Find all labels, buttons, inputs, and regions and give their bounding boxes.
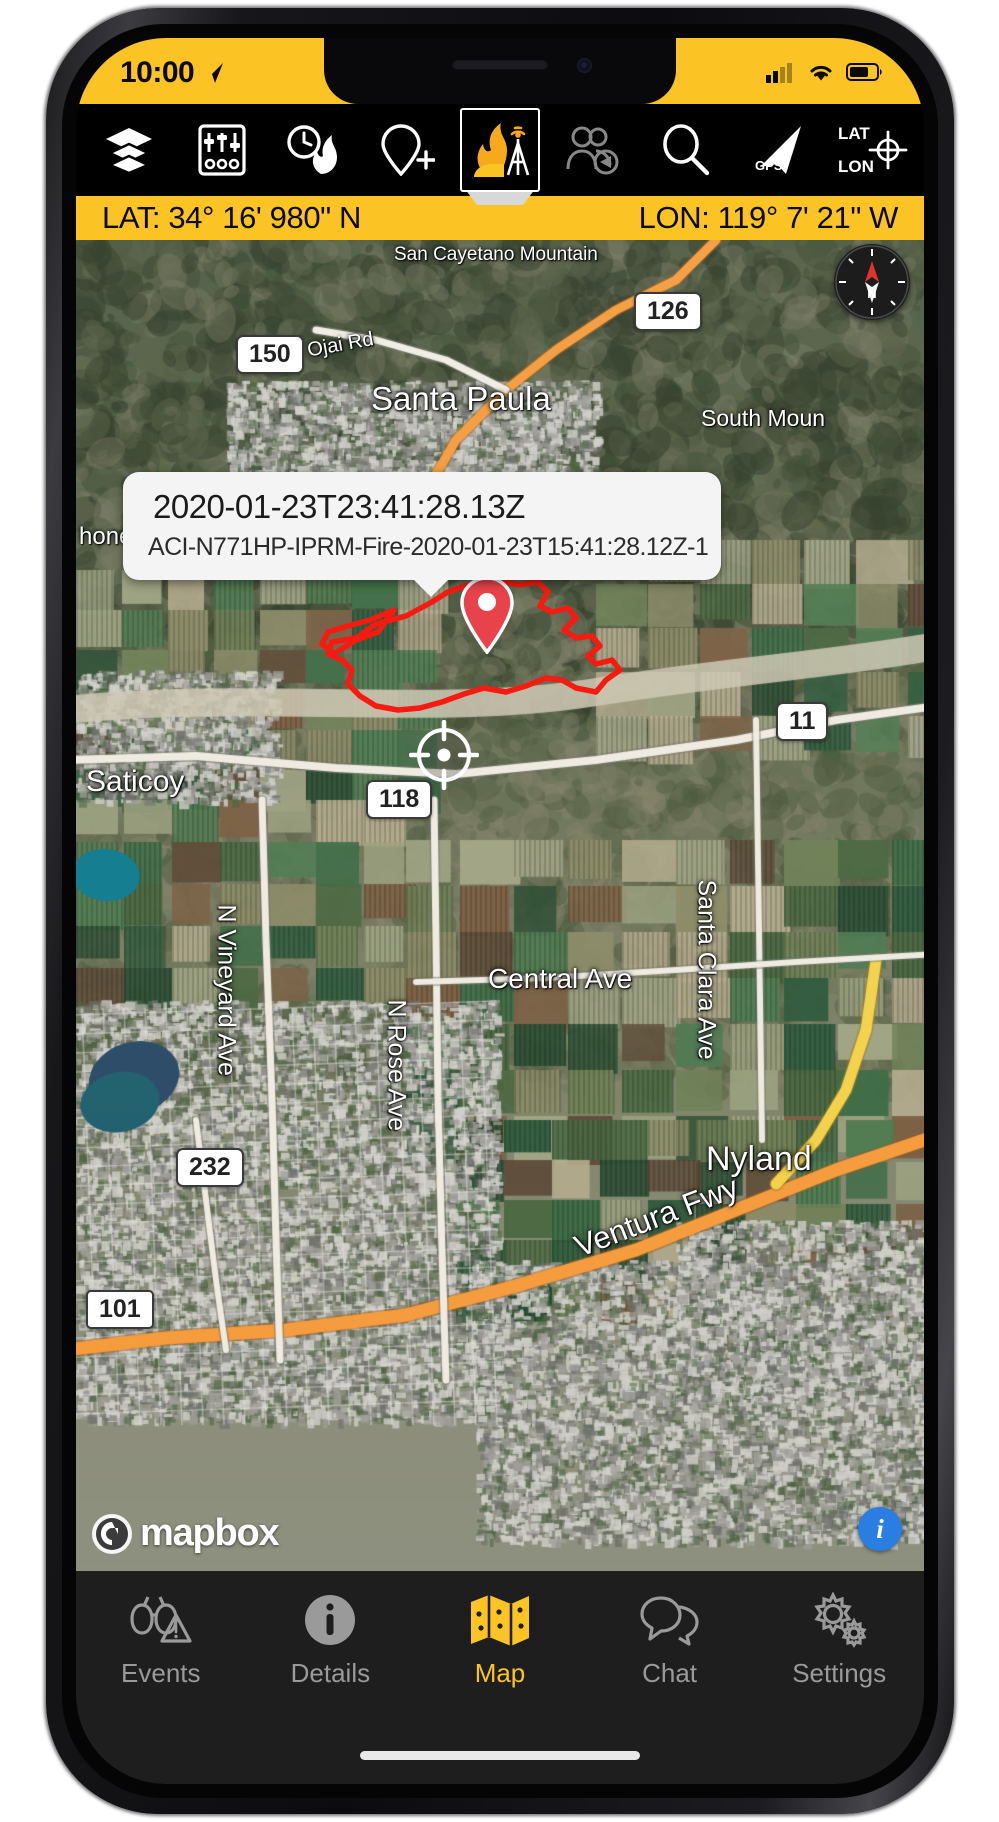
contacts-button[interactable] — [555, 113, 633, 187]
compass-north-label: N — [867, 286, 876, 301]
battery-icon — [846, 63, 882, 81]
tab-map[interactable]: Map — [415, 1589, 585, 1689]
longitude-readout: LON: 119° 7' 21" W — [638, 200, 899, 235]
phone-screen: San Cayetano Mountain Santa Paula N Ojai R… — [76, 38, 924, 1784]
tab-events-label: Events — [121, 1658, 201, 1688]
tab-settings[interactable]: Settings — [754, 1589, 924, 1689]
flame-antenna-icon — [474, 123, 530, 177]
highway-shield: 11 — [776, 702, 829, 741]
binoculars-warning-icon — [128, 1589, 194, 1651]
map-toolbar: GPS LAT LON — [76, 104, 924, 196]
highway-shield: 101 — [86, 1290, 154, 1329]
svg-text:GPS: GPS — [755, 158, 783, 173]
tab-chat[interactable]: Chat — [585, 1589, 755, 1689]
fire-detection-button[interactable] — [460, 108, 540, 192]
cellular-bars-icon — [766, 63, 792, 83]
home-indicator[interactable] — [360, 1751, 640, 1760]
gears-icon — [808, 1589, 870, 1651]
callout-subtitle: ACI-N771HP-IPRM-Fire-2020-01-23T15:41:28… — [148, 533, 709, 562]
map-pin-marker[interactable] — [458, 576, 516, 659]
pin-plus-icon — [380, 124, 435, 176]
mapbox-logo-icon — [92, 1513, 132, 1554]
sliders-icon — [197, 124, 246, 176]
feature-callout[interactable]: 2020-01-23T23:41:28.13Z ACI-N771HP-IPRM-… — [123, 472, 721, 597]
tab-map-label: Map — [474, 1658, 526, 1688]
highway-shield: 150 — [236, 335, 304, 374]
wifi-icon — [810, 65, 832, 81]
gps-arrow-icon: GPS — [755, 126, 801, 174]
map-info-badge[interactable]: i — [858, 1507, 902, 1551]
notch — [324, 38, 676, 104]
status-time-label: 10:00 — [120, 56, 195, 89]
tab-events[interactable]: Events — [76, 1589, 246, 1689]
crosshair-reticle — [408, 719, 480, 795]
filters-button[interactable] — [183, 113, 261, 187]
earpiece-speaker — [452, 60, 548, 70]
info-circle-icon — [302, 1589, 358, 1651]
mapbox-attribution[interactable]: mapbox — [91, 1512, 280, 1555]
crosshair-icon — [868, 130, 908, 170]
latlon-lat-label: LAT — [838, 124, 870, 143]
status-time-group: 10:00 — [120, 56, 225, 90]
bottom-tab-bar: Events Details Map Chat Settings — [76, 1571, 924, 1784]
add-marker-button[interactable] — [368, 113, 446, 187]
tab-chat-label: Chat — [642, 1658, 698, 1688]
layers-icon — [106, 128, 152, 174]
fire-history-button[interactable] — [275, 113, 353, 187]
map-view[interactable]: San Cayetano Mountain Santa Paula N Ojai R… — [76, 240, 924, 1571]
people-icon — [566, 126, 618, 175]
layers-button[interactable] — [90, 113, 168, 187]
front-camera — [577, 58, 592, 73]
compass-control[interactable]: N — [834, 244, 910, 320]
tab-settings-label: Settings — [792, 1658, 887, 1688]
gps-button[interactable]: GPS — [740, 113, 818, 187]
chat-bubbles-icon — [639, 1589, 701, 1651]
status-indicators — [766, 56, 884, 83]
clock-flame-icon — [287, 125, 337, 174]
satellite-map-canvas[interactable] — [76, 240, 924, 1571]
search-button[interactable] — [647, 113, 725, 187]
callout-title: 2020-01-23T23:41:28.13Z — [153, 488, 525, 525]
tab-details-label: Details — [290, 1658, 371, 1688]
location-arrow-icon — [204, 63, 224, 83]
highway-shield: 232 — [176, 1148, 244, 1187]
latitude-readout: LAT: 34° 16' 980" N — [102, 200, 361, 235]
callout-tail — [412, 577, 450, 597]
map-icon — [469, 1589, 531, 1651]
search-icon — [663, 124, 710, 176]
latlon-button[interactable]: LAT LON — [832, 113, 910, 187]
highway-shield: 126 — [634, 292, 702, 331]
mapbox-label: mapbox — [140, 1512, 280, 1554]
tab-details[interactable]: Details — [246, 1589, 416, 1689]
